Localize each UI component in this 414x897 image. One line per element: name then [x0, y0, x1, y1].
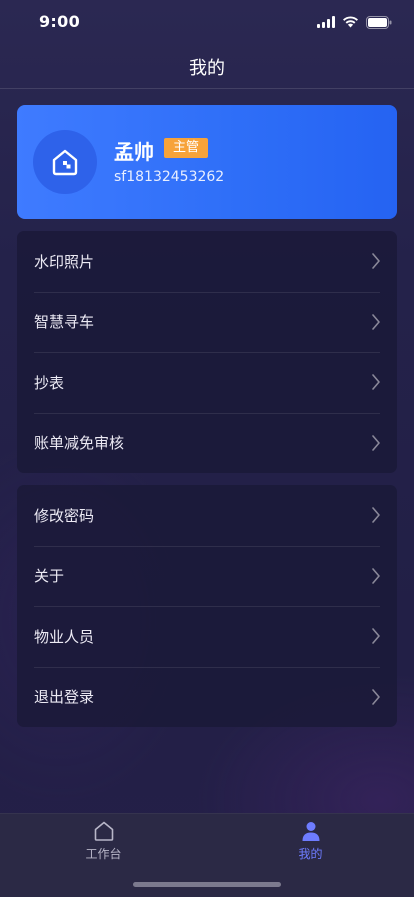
menu-item-label: 退出登录 [34, 688, 95, 707]
chevron-right-icon [372, 688, 380, 705]
menu-item-about[interactable]: 关于 [17, 545, 397, 607]
person-icon [302, 822, 319, 841]
menu-item-watermark-photo[interactable]: 水印照片 [17, 231, 397, 292]
menu-item-label: 水印照片 [34, 252, 95, 271]
chevron-right-icon [372, 253, 380, 270]
menu-item-label: 关于 [34, 567, 65, 586]
home-icon [52, 149, 78, 176]
menu-item-change-password[interactable]: 修改密码 [17, 485, 397, 546]
menu-item-meter-reading[interactable]: 抄表 [17, 352, 397, 413]
tab-workbench[interactable]: 工作台 [0, 820, 207, 862]
chevron-right-icon [372, 507, 380, 524]
tab-label: 工作台 [85, 847, 122, 861]
home-indicator[interactable] [133, 882, 281, 887]
menu-item-bill-waiver-review[interactable]: 账单减免审核 [17, 412, 397, 474]
battery-icon [366, 15, 392, 29]
user-name: 孟帅 [114, 140, 154, 164]
status-bar: 9:00 [0, 0, 414, 44]
signal-icon [317, 16, 335, 28]
status-time: 9:00 [39, 12, 80, 31]
chevron-right-icon [372, 434, 380, 451]
menu-item-label: 物业人员 [34, 627, 95, 646]
page-title: 我的 [189, 58, 225, 79]
menu-item-property-staff[interactable]: 物业人员 [17, 606, 397, 667]
menu-item-label: 账单减免审核 [34, 434, 125, 453]
menu-group-account: 修改密码 关于 物业人员 退出登录 [17, 485, 397, 727]
menu-group-features: 水印照片 智慧寻车 抄表 账单减免审核 [17, 231, 397, 473]
avatar[interactable] [33, 130, 97, 194]
menu-item-label: 抄表 [34, 373, 65, 392]
chevron-right-icon [372, 567, 380, 584]
user-account: sf18132453262 [114, 169, 225, 185]
status-icons [317, 15, 392, 29]
profile-card[interactable]: 孟帅 主管 sf18132453262 [17, 105, 397, 219]
role-badge: 主管 [164, 138, 209, 158]
menu-item-logout[interactable]: 退出登录 [17, 666, 397, 728]
chevron-right-icon [372, 374, 380, 391]
tab-label: 我的 [298, 847, 323, 861]
menu-item-label: 智慧寻车 [34, 313, 95, 332]
menu-item-smart-car-finder[interactable]: 智慧寻车 [17, 291, 397, 353]
menu-item-label: 修改密码 [34, 506, 95, 525]
home-icon [94, 821, 113, 841]
chevron-right-icon [372, 628, 380, 645]
tab-mine[interactable]: 我的 [207, 820, 414, 862]
wifi-icon [343, 16, 358, 28]
nav-bar: 我的 [0, 44, 414, 89]
chevron-right-icon [372, 313, 380, 330]
